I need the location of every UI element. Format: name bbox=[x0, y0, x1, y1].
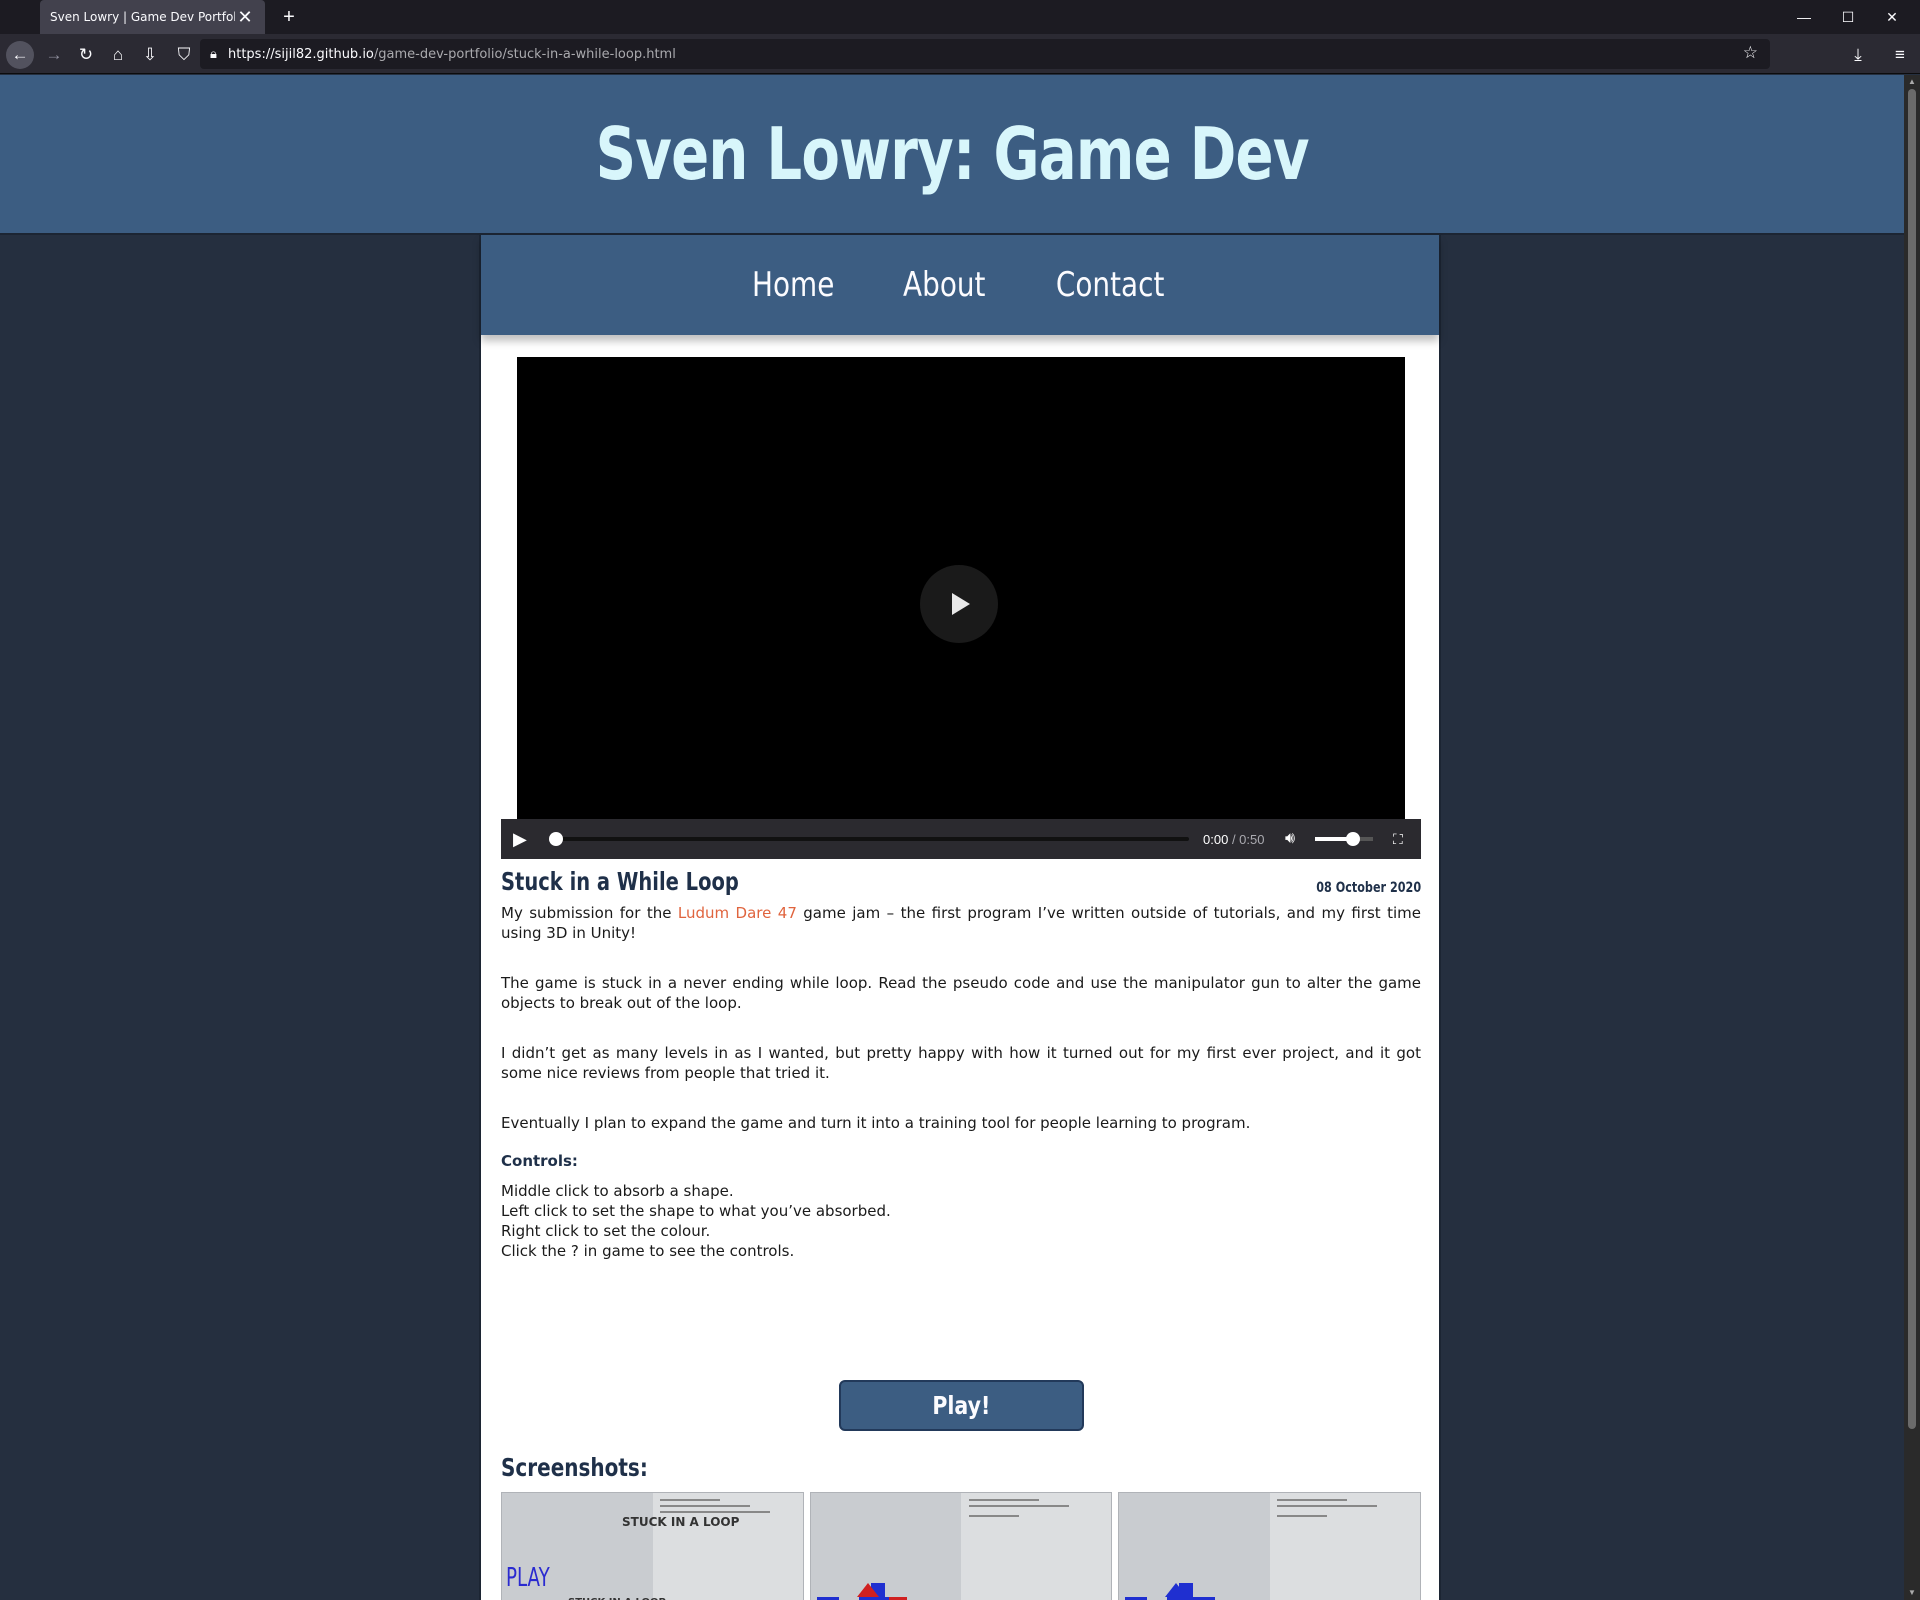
control-item: Left click to set the shape to what you’… bbox=[501, 1202, 891, 1220]
current-time: 0:00 bbox=[1203, 831, 1229, 847]
post-body: My submission for the Ludum Dare 47 game… bbox=[501, 903, 1421, 1261]
controls-list: Middle click to absorb a shape. Left cli… bbox=[501, 1181, 1421, 1261]
post-paragraph: I didn’t get as many levels in as I want… bbox=[501, 1044, 1421, 1082]
new-tab-icon[interactable]: + bbox=[276, 4, 302, 30]
web-page: Sven Lowry: Game Dev Home About Contact … bbox=[0, 75, 1904, 1600]
post-title: Stuck in a While Loop bbox=[501, 867, 739, 896]
minimize-icon[interactable]: — bbox=[1782, 0, 1826, 34]
video-time: 0:00 / 0:50 bbox=[1203, 832, 1275, 847]
control-item: Click the ? in game to see the controls. bbox=[501, 1242, 795, 1260]
play-icon bbox=[952, 593, 970, 615]
forward-icon[interactable]: → bbox=[40, 41, 68, 69]
volume-knob[interactable] bbox=[1345, 832, 1360, 846]
bookmark-star-icon[interactable]: ☆ bbox=[1743, 43, 1758, 63]
post-paragraph: The game is stuck in a never ending whil… bbox=[501, 974, 1421, 1012]
url-path: /game-dev-portfolio/stuck-in-a-while-loo… bbox=[373, 46, 676, 62]
play-game-button[interactable]: Play! bbox=[839, 1380, 1084, 1431]
code-line bbox=[660, 1499, 720, 1501]
url-bar[interactable]: 🔒︎ https://sijil82.github.io /game-dev-p… bbox=[200, 39, 1770, 69]
downloads-icon[interactable]: ⤓ bbox=[1844, 41, 1872, 69]
home-icon[interactable]: ⌂ bbox=[104, 41, 132, 69]
scroll-up-icon[interactable]: ▲ bbox=[1904, 75, 1920, 89]
screenshot-code-panel bbox=[961, 1493, 1112, 1600]
scroll-thumb[interactable] bbox=[1908, 89, 1916, 1429]
screenshot-code-panel bbox=[652, 1493, 803, 1600]
close-icon[interactable]: ✕ bbox=[235, 7, 255, 28]
code-line bbox=[968, 1499, 1039, 1501]
code-line bbox=[1277, 1515, 1328, 1517]
game-logo: STUCK IN A LOOP bbox=[622, 1515, 740, 1529]
nav-home[interactable]: Home bbox=[752, 265, 834, 305]
maximize-icon[interactable]: ☐ bbox=[1826, 0, 1870, 34]
controls-heading: Controls: bbox=[501, 1152, 578, 1170]
screenshot-thumbnail[interactable]: STUCK IN A LOOP PLAY STUCK IN A LOOP ? bbox=[501, 1492, 804, 1600]
screenshot-thumbnail[interactable]: R ? bbox=[1118, 1492, 1422, 1600]
reload-icon[interactable]: ↻ bbox=[72, 41, 100, 69]
progress-knob[interactable] bbox=[549, 832, 563, 846]
site-title[interactable]: Sven Lowry: Game Dev bbox=[595, 112, 1309, 196]
volume-icon[interactable]: 🔊︎ bbox=[1285, 830, 1307, 848]
tab-title: Sven Lowry | Game Dev Portfolio bbox=[50, 10, 235, 24]
nav-about[interactable]: About bbox=[903, 265, 985, 305]
window-close-icon[interactable]: ✕ bbox=[1870, 0, 1914, 34]
code-line bbox=[1277, 1499, 1348, 1501]
play-icon[interactable]: ▶ bbox=[513, 829, 539, 850]
video-controls: ▶ 0:00 / 0:50 🔊︎ ⛶ bbox=[501, 819, 1421, 859]
post-paragraph: Eventually I plan to expand the game and… bbox=[501, 1114, 1251, 1132]
back-icon[interactable]: ← bbox=[6, 41, 34, 69]
menu-icon[interactable]: ≡ bbox=[1886, 41, 1914, 69]
site-header: Sven Lowry: Game Dev bbox=[0, 75, 1904, 235]
code-line bbox=[968, 1515, 1019, 1517]
screenshot-gallery: STUCK IN A LOOP PLAY STUCK IN A LOOP ? R… bbox=[501, 1492, 1422, 1600]
blue-triangle-shape bbox=[1165, 1583, 1188, 1597]
browser-tab-bar: Sven Lowry | Game Dev Portfolio ✕ + — ☐ … bbox=[0, 0, 1920, 34]
screenshot-code-panel bbox=[1270, 1493, 1421, 1600]
pocket-icon[interactable]: ⇩ bbox=[136, 41, 164, 69]
post-date: 08 October 2020 bbox=[1316, 880, 1421, 896]
screenshots-heading: Screenshots: bbox=[501, 1453, 648, 1482]
ludum-dare-link[interactable]: Ludum Dare 47 bbox=[678, 904, 797, 922]
code-line bbox=[968, 1505, 1069, 1507]
code-line bbox=[1277, 1505, 1378, 1507]
volume-slider[interactable] bbox=[1315, 832, 1373, 846]
code-line bbox=[660, 1505, 750, 1507]
video-player[interactable] bbox=[517, 357, 1405, 819]
intro-text: My submission for the bbox=[501, 904, 678, 922]
lock-icon: 🔒︎ bbox=[210, 46, 217, 61]
browser-toolbar: ← → ↻ ⌂ ⇩ ⛉ 🔒︎ https://sijil82.github.io… bbox=[0, 34, 1920, 74]
post-header: Stuck in a While Loop 08 October 2020 bbox=[501, 867, 1421, 896]
video-progress-slider[interactable] bbox=[549, 832, 1189, 846]
content-column: Home About Contact ▶ 0:00 / 0:50 🔊︎ ⛶ St… bbox=[479, 235, 1441, 1600]
page-scrollbar[interactable]: ▲ ▼ bbox=[1904, 75, 1920, 1600]
post-intro: My submission for the Ludum Dare 47 game… bbox=[501, 903, 1421, 943]
screenshot-thumbnail[interactable]: R ? bbox=[809, 1492, 1113, 1600]
play-overlay-button[interactable] bbox=[920, 565, 998, 643]
scroll-down-icon[interactable]: ▼ bbox=[1904, 1586, 1920, 1600]
total-time: / 0:50 bbox=[1231, 831, 1265, 847]
browser-tab[interactable]: Sven Lowry | Game Dev Portfolio ✕ bbox=[40, 0, 265, 34]
fullscreen-icon[interactable]: ⛶ bbox=[1393, 831, 1403, 848]
game-play-text: PLAY bbox=[506, 1563, 550, 1593]
control-item: Middle click to absorb a shape. bbox=[501, 1182, 734, 1200]
nav-contact[interactable]: Contact bbox=[1056, 265, 1164, 305]
url-host: https://sijil82.github.io bbox=[228, 46, 374, 62]
control-item: Right click to set the colour. bbox=[501, 1222, 711, 1240]
red-triangle-shape bbox=[856, 1583, 879, 1597]
play-game-label: Play! bbox=[932, 1391, 991, 1420]
code-line bbox=[660, 1511, 770, 1513]
main-nav: Home About Contact bbox=[481, 235, 1439, 335]
shield-icon[interactable]: ⛉ bbox=[170, 41, 198, 69]
